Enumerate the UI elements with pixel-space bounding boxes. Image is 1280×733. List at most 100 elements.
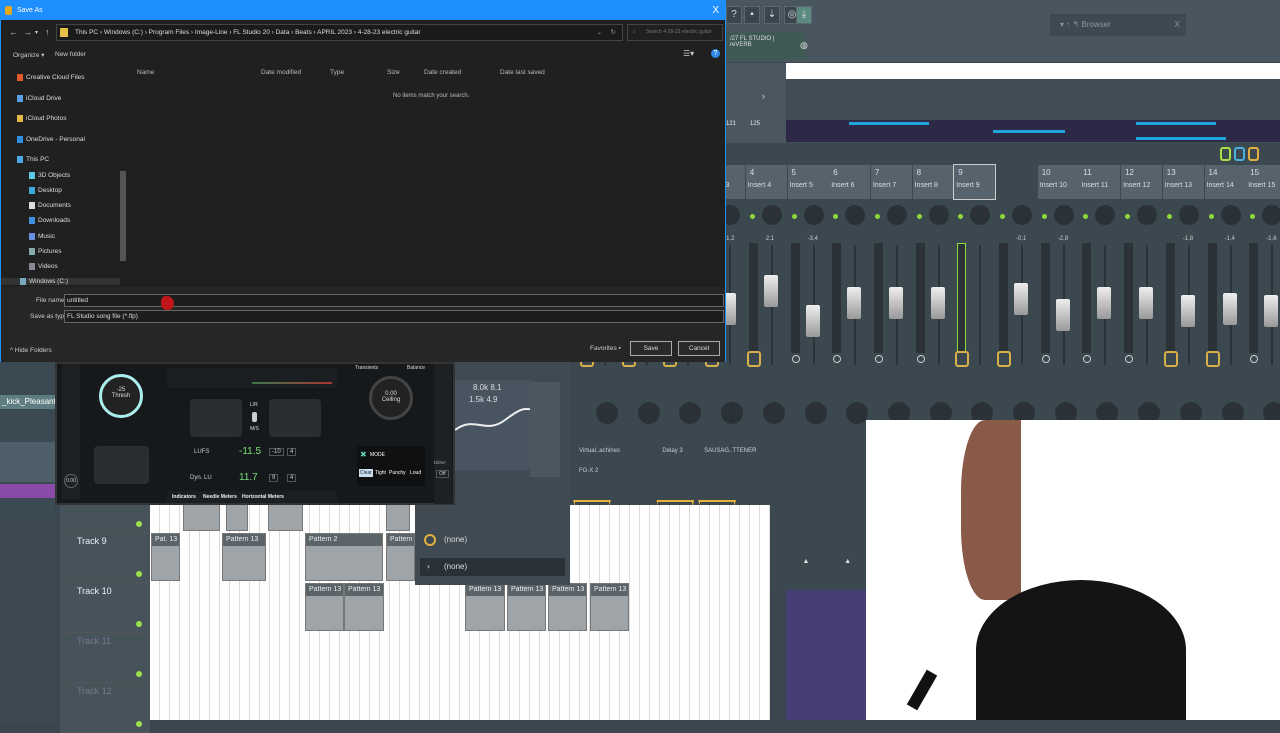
organize-button[interactable]: Organize ▾ bbox=[13, 51, 44, 59]
effect-slot[interactable]: Virtual..achines bbox=[579, 448, 620, 454]
track-enable-led[interactable] bbox=[136, 721, 142, 727]
recent-dropdown-icon[interactable]: ▾ bbox=[35, 29, 38, 36]
back-icon[interactable]: ← bbox=[9, 27, 18, 37]
record-arm-icon[interactable] bbox=[791, 355, 800, 363]
volume-fader[interactable] bbox=[1222, 293, 1237, 325]
chevron-down-icon[interactable]: ⌄ bbox=[597, 25, 602, 40]
insert-header[interactable]: 14 Insert 14 bbox=[1204, 165, 1246, 199]
track-enable-led[interactable] bbox=[136, 521, 142, 527]
close-icon[interactable]: X bbox=[1175, 14, 1180, 36]
column-date-modified[interactable]: Date modified bbox=[261, 69, 301, 76]
volume-fader[interactable] bbox=[1097, 287, 1112, 319]
mute-led[interactable] bbox=[958, 214, 964, 219]
mixer-strip[interactable]: 6 Insert 6 ▲ bbox=[829, 165, 871, 585]
record-arm-icon[interactable] bbox=[1163, 351, 1178, 367]
record-arm-icon[interactable] bbox=[916, 355, 925, 363]
mode-clear[interactable]: Clear bbox=[359, 469, 373, 477]
insert-header[interactable]: 15 Insert 15 bbox=[1246, 165, 1280, 199]
tab-needle-meters[interactable]: Needle Meters bbox=[203, 491, 237, 503]
track-enable-led[interactable] bbox=[136, 621, 142, 627]
lr-ms-switch[interactable] bbox=[252, 412, 257, 422]
dropdown-2[interactable]: ◖ (none) bbox=[420, 558, 565, 576]
stereo-knob[interactable] bbox=[596, 402, 618, 424]
record-arm-icon[interactable] bbox=[833, 355, 842, 363]
sidebar-item[interactable]: Videos bbox=[29, 263, 58, 270]
insert-header[interactable]: 11 Insert 11 bbox=[1079, 165, 1121, 199]
mute-led[interactable] bbox=[791, 214, 797, 219]
dyn-target[interactable]: 9 bbox=[269, 474, 279, 482]
pan-knob[interactable] bbox=[1220, 205, 1241, 225]
stereo-knob[interactable] bbox=[762, 402, 785, 424]
tab-horizontal-meters[interactable]: Horizontal Meters bbox=[242, 491, 284, 503]
track-enable-led[interactable] bbox=[136, 671, 142, 677]
sidebar-item[interactable]: Documents bbox=[29, 202, 71, 209]
dither-toggle[interactable]: Off bbox=[436, 470, 449, 478]
pan-knob[interactable] bbox=[803, 205, 824, 225]
volume-fader[interactable] bbox=[1139, 287, 1154, 319]
volume-fader[interactable] bbox=[1055, 299, 1070, 331]
insert-header[interactable]: 8 Insert 8 bbox=[912, 165, 954, 199]
record-arm-icon[interactable] bbox=[1205, 351, 1220, 367]
sidebar-item[interactable]: Downloads bbox=[29, 217, 70, 224]
column-date-last-saved[interactable]: Date last saved bbox=[500, 69, 545, 76]
volume-fader[interactable] bbox=[847, 287, 862, 319]
view-options-icon[interactable]: ☰▾ bbox=[683, 49, 694, 58]
volume-fader[interactable] bbox=[1014, 283, 1028, 316]
record-arm-icon[interactable] bbox=[1250, 355, 1259, 363]
mute-led[interactable] bbox=[916, 214, 922, 219]
insert-header[interactable]: 6 Insert 6 bbox=[829, 165, 871, 199]
stereo-knob[interactable] bbox=[721, 402, 744, 424]
record-arm-icon[interactable] bbox=[997, 351, 1011, 367]
stereo-knob[interactable] bbox=[637, 402, 660, 424]
route-arrow-icon[interactable]: ▲ bbox=[844, 558, 851, 565]
pan-knob[interactable] bbox=[1012, 205, 1032, 225]
input-gain-knob[interactable]: 0.00 bbox=[64, 474, 78, 488]
mute-led[interactable] bbox=[1083, 214, 1089, 219]
save-button[interactable]: Save bbox=[630, 341, 672, 356]
save-icon[interactable]: ▪ bbox=[744, 6, 760, 24]
pan-knob[interactable] bbox=[970, 205, 991, 225]
sidebar-item[interactable]: Windows (C:) bbox=[1, 278, 120, 286]
stereo-knob[interactable] bbox=[846, 402, 869, 424]
sidebar-item[interactable]: 3D Objects bbox=[29, 172, 70, 179]
pattern-clip[interactable]: Pattern 13 bbox=[305, 583, 344, 631]
effect-slot[interactable]: FG-X 2 bbox=[579, 468, 598, 474]
mute-led[interactable] bbox=[874, 214, 880, 219]
pattern-clip[interactable]: Pattern 13 bbox=[222, 533, 266, 581]
pan-knob[interactable] bbox=[761, 205, 782, 225]
pattern-clip[interactable]: Pattern 2 bbox=[305, 533, 383, 581]
insert-header[interactable]: 4 Insert 4 bbox=[745, 165, 787, 199]
column-size[interactable]: Size bbox=[387, 69, 400, 76]
record-arm-icon[interactable] bbox=[955, 351, 970, 367]
address-bar[interactable]: This PC › Windows (C:) › Program Files ›… bbox=[56, 24, 623, 41]
insert-header[interactable]: 13 Insert 13 bbox=[1162, 165, 1204, 199]
hide-folders-button[interactable]: ^ Hide Folders bbox=[10, 347, 52, 354]
sidebar-item[interactable]: Pictures bbox=[29, 248, 61, 255]
pattern-clip[interactable]: Pattern 13 bbox=[507, 583, 546, 631]
pattern-clip[interactable]: Pattern 13 bbox=[548, 583, 587, 631]
volume-fader[interactable] bbox=[930, 287, 945, 319]
close-button[interactable]: X bbox=[712, 1, 719, 20]
pan-knob[interactable] bbox=[886, 205, 907, 225]
volume-fader[interactable] bbox=[1180, 295, 1195, 328]
pan-knob[interactable] bbox=[1262, 205, 1280, 225]
pattern-clip[interactable]: Pat. 13 bbox=[151, 533, 180, 581]
lufs-target[interactable]: -10 bbox=[269, 448, 284, 456]
up-icon[interactable]: ↑ bbox=[45, 27, 50, 37]
cancel-button[interactable]: Cancel bbox=[678, 341, 720, 356]
mode-tight[interactable]: Tight bbox=[375, 470, 386, 476]
dropdown-1[interactable]: (none) bbox=[420, 531, 565, 549]
pan-knob[interactable] bbox=[1137, 205, 1158, 225]
tab-indicators[interactable]: Indicators bbox=[172, 491, 196, 503]
browser-nav-icon[interactable]: ▾ ↑ ↰ bbox=[1060, 20, 1081, 29]
track-header[interactable]: Track 9 bbox=[60, 533, 150, 583]
favorites-button[interactable]: Favorites ▪ bbox=[590, 345, 621, 352]
track-enable-led[interactable] bbox=[136, 571, 142, 577]
pan-knob[interactable] bbox=[845, 205, 866, 225]
eq-faders[interactable] bbox=[530, 382, 560, 477]
sidebar-item[interactable]: Music bbox=[29, 233, 55, 240]
pattern-clip[interactable]: Pattern bbox=[386, 533, 415, 581]
volume-fader[interactable] bbox=[888, 287, 903, 319]
pan-knob[interactable] bbox=[928, 205, 949, 225]
refresh-icon[interactable]: ↻ bbox=[611, 25, 616, 40]
